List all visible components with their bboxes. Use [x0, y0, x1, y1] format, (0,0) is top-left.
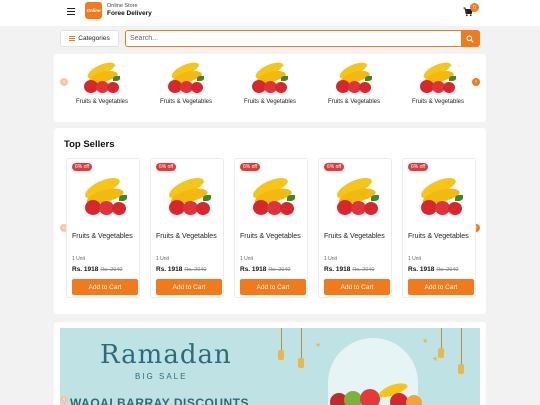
fruits-vegetables-image	[164, 59, 208, 96]
lantern-icon	[298, 358, 304, 368]
price-current: Rs. 1918	[408, 266, 435, 273]
discount-badge: 6% off	[324, 163, 345, 171]
price-original: Rs. 2040	[184, 267, 207, 273]
section-title: Top Sellers	[64, 139, 115, 150]
price-current: Rs. 1918	[156, 266, 183, 273]
categories-button-label: Categories	[78, 35, 110, 42]
category-label: Fruits & Vegetables	[159, 99, 213, 105]
categories-carousel: ‹ › Fruits & Vegetables Fruits & Vegetab…	[54, 54, 486, 122]
category-item[interactable]: Fruits & Vegetables	[146, 59, 226, 105]
product-card[interactable]: 6% off Fruits & Vegetables 1 Unit Rs. 19…	[66, 158, 140, 298]
list-icon	[69, 36, 76, 41]
product-card[interactable]: 6% off Fruits & Vegetables 1 Unit Rs. 19…	[150, 158, 224, 298]
product-name: Fruits & Vegetables	[324, 233, 385, 240]
product-name: Fruits & Vegetables	[408, 233, 469, 240]
category-item[interactable]: Fruits & Vegetables	[62, 59, 142, 105]
product-unit: 1 Unit	[324, 256, 338, 262]
menu-icon[interactable]	[67, 8, 75, 16]
price-current: Rs. 1918	[240, 266, 267, 273]
search-input[interactable]	[130, 31, 460, 46]
add-to-cart-button[interactable]: Add to Cart	[156, 279, 222, 295]
price-current: Rs. 1918	[324, 266, 351, 273]
product-image	[163, 173, 217, 219]
star-icon: ★	[422, 338, 429, 345]
banner-discount-text: WAQAI BARRAY DISCOUNTS	[70, 396, 250, 405]
cart-count-badge: 0	[470, 3, 479, 12]
star-icon: ★	[432, 356, 439, 363]
star-icon: ★	[315, 342, 322, 349]
price-original: Rs. 2040	[352, 267, 375, 273]
product-price: Rs. 1918 Rs. 2040	[72, 266, 122, 273]
product-unit: 1 Unit	[408, 256, 422, 262]
lantern-string	[441, 328, 442, 348]
add-to-cart-button[interactable]: Add to Cart	[324, 279, 390, 295]
category-item[interactable]: Fruits & Vegetables	[398, 59, 478, 105]
ramadan-banner[interactable]: Ramadan BIG SALE WAQAI BARRAY DISCOUNTS …	[60, 328, 480, 405]
product-name: Fruits & Vegetables	[156, 233, 217, 240]
category-label: Fruits & Vegetables	[75, 99, 129, 105]
banner-subtitle: BIG SALE	[135, 372, 188, 381]
discount-badge: 6% off	[72, 163, 93, 171]
product-card[interactable]: 6% off Fruits & Vegetables 1 Unit Rs. 19…	[318, 158, 392, 298]
discount-badge: 6% off	[240, 163, 261, 171]
product-card[interactable]: 6% off Fruits & Vegetables 1 Unit Rs. 19…	[402, 158, 476, 298]
category-label: Fruits & Vegetables	[243, 99, 297, 105]
promo-banner-section: Ramadan BIG SALE WAQAI BARRAY DISCOUNTS …	[54, 322, 486, 405]
product-unit: 1 Unit	[240, 256, 254, 262]
product-price: Rs. 1918 Rs. 2040	[324, 266, 374, 273]
fruits-vegetables-image	[416, 59, 460, 96]
store-subtitle: Online Store	[107, 3, 138, 9]
product-name: Fruits & Vegetables	[72, 233, 133, 240]
price-original: Rs. 2040	[436, 267, 459, 273]
banner-title: Ramadan	[100, 340, 232, 370]
category-item[interactable]: Fruits & Vegetables	[230, 59, 310, 105]
logo-text: Online	[86, 8, 101, 13]
price-current: Rs. 1918	[72, 266, 99, 273]
product-name: Fruits & Vegetables	[240, 233, 301, 240]
lantern-icon	[458, 364, 464, 374]
top-header: Online Online Store Foree Delivery 0	[0, 0, 540, 26]
search-bar	[125, 30, 480, 47]
price-original: Rs. 2040	[100, 267, 123, 273]
product-unit: 1 Unit	[72, 256, 86, 262]
product-card[interactable]: 6% off Fruits & Vegetables 1 Unit Rs. 19…	[234, 158, 308, 298]
store-logo[interactable]: Online	[85, 2, 102, 19]
product-image	[331, 173, 385, 219]
add-to-cart-button[interactable]: Add to Cart	[72, 279, 138, 295]
lantern-string	[461, 328, 462, 364]
top-sellers-section: Top Sellers ‹ › 6% off Fruits & Vegetabl…	[54, 128, 486, 314]
add-to-cart-button[interactable]: Add to Cart	[240, 279, 306, 295]
discount-badge: 6% off	[408, 163, 429, 171]
fruits-vegetables-image	[332, 59, 376, 96]
category-item[interactable]: Fruits & Vegetables	[314, 59, 394, 105]
lantern-string	[281, 328, 282, 350]
search-button[interactable]	[461, 31, 479, 46]
lantern-string	[301, 328, 302, 358]
categories-button[interactable]: Categories	[60, 30, 119, 47]
add-to-cart-button[interactable]: Add to Cart	[408, 279, 474, 295]
discount-badge: 6% off	[156, 163, 177, 171]
price-original: Rs. 2040	[268, 267, 291, 273]
chevron-left-icon[interactable]: ‹	[60, 396, 68, 404]
product-price: Rs. 1918 Rs. 2040	[156, 266, 206, 273]
product-image	[247, 173, 301, 219]
product-unit: 1 Unit	[156, 256, 170, 262]
store-title: Foree Delivery	[107, 10, 152, 17]
category-label: Fruits & Vegetables	[327, 99, 381, 105]
lantern-icon	[438, 348, 444, 358]
product-image	[79, 173, 133, 219]
fruits-vegetables-image	[248, 59, 292, 96]
product-price: Rs. 1918 Rs. 2040	[408, 266, 458, 273]
category-label: Fruits & Vegetables	[411, 99, 465, 105]
search-icon	[466, 34, 474, 43]
product-image	[415, 173, 469, 219]
fruits-vegetables-image	[80, 59, 124, 96]
fruits-basket-image	[330, 380, 430, 405]
lantern-icon	[278, 350, 284, 360]
product-price: Rs. 1918 Rs. 2040	[240, 266, 290, 273]
